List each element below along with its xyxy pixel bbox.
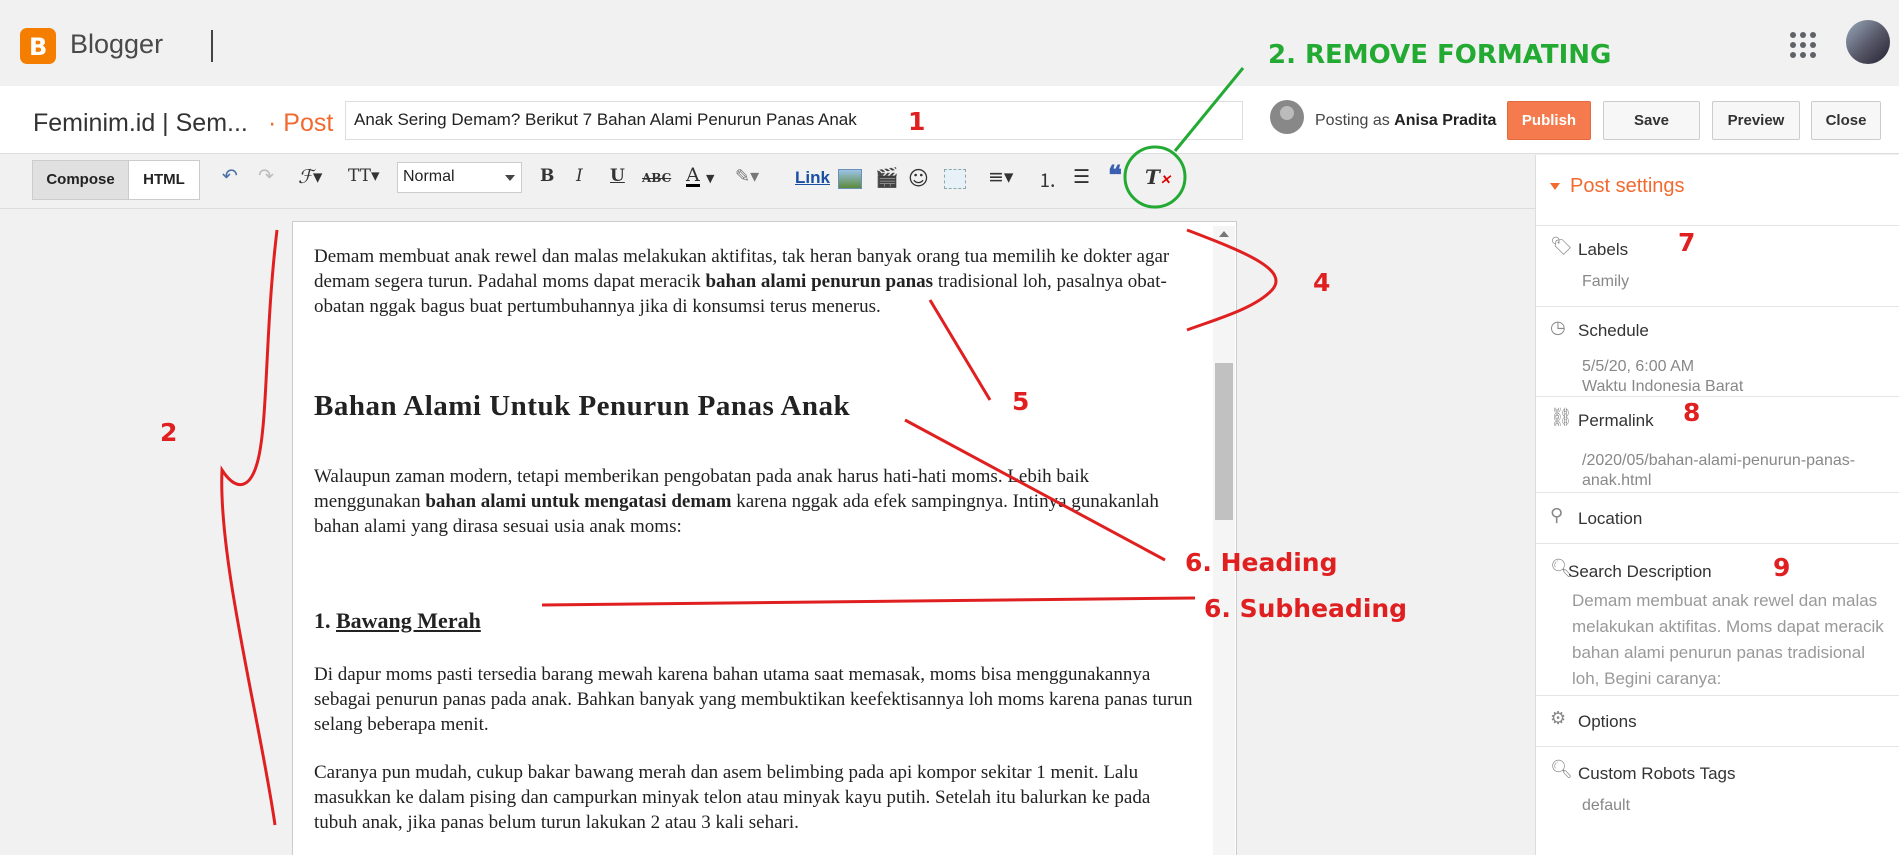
author-avatar — [1270, 100, 1304, 134]
blog-name[interactable]: Feminim.id | Sem... — [33, 109, 248, 138]
remove-formatting-icon[interactable]: T✕ — [1145, 165, 1171, 189]
permalink-section[interactable]: ⛓ Permalink /2020/05/bahan-alami-penurun… — [1536, 396, 1899, 492]
annotation-5: 5 — [1012, 387, 1030, 416]
insert-video-icon[interactable]: 🎬 — [875, 166, 899, 189]
post-title-input[interactable]: Anak Sering Demam? Berikut 7 Bahan Alami… — [345, 101, 1243, 140]
intro-paragraph: Demam membuat anak rewel dan malas melak… — [314, 244, 1194, 319]
schedule-date: 5/5/20, 6:00 AM — [1582, 358, 1695, 375]
editor-scrollbar[interactable] — [1213, 226, 1235, 855]
post-title-row: Feminim.id | Sem... · Post Anak Sering D… — [0, 86, 1899, 154]
third-paragraph: Di dapur moms pasti tersedia barang mewa… — [314, 664, 1193, 735]
heading: Bahan Alami Untuk Penurun Panas Anak — [314, 390, 851, 422]
undo-icon[interactable]: ↶ — [222, 165, 238, 187]
insert-image-icon[interactable] — [838, 169, 862, 189]
bold-icon[interactable]: B — [540, 166, 554, 186]
editor-toolbar: Compose HTML ↶ ↷ ℱ▾ TT▾ Normal B I U ABC… — [0, 155, 1535, 209]
numbered-list-icon[interactable]: ⒈ — [1038, 166, 1057, 193]
scroll-thumb[interactable] — [1215, 363, 1233, 520]
redo-icon[interactable]: ↷ — [258, 165, 274, 187]
font-size-icon[interactable]: TT▾ — [348, 166, 380, 186]
posting-as-prefix: Posting as — [1315, 112, 1390, 129]
second-bold: bahan alami untuk mengatasi demam — [425, 491, 732, 512]
top-bar: B Blogger — [0, 0, 1899, 86]
fourth-paragraph: Caranya pun mudah, cukup bakar bawang me… — [314, 762, 1151, 833]
labels-title: Labels — [1578, 240, 1629, 259]
schedule-title: Schedule — [1578, 321, 1649, 340]
mode-switch: Compose HTML — [32, 160, 200, 200]
font-family-icon[interactable]: ℱ▾ — [298, 166, 322, 188]
schedule-section[interactable]: ◷ Schedule 5/5/20, 6:00 AM Waktu Indones… — [1536, 306, 1899, 396]
subheading: 1. Bawang Merah — [314, 608, 481, 633]
intro-bold: bahan alami penurun panas — [705, 271, 934, 292]
text-color-dropdown-icon[interactable]: ▼ — [706, 172, 714, 185]
posting-as: Posting as Anisa Pradita — [1315, 112, 1496, 130]
underline-icon[interactable]: U — [610, 166, 625, 186]
schedule-timezone: Waktu Indonesia Barat — [1582, 378, 1744, 395]
format-select[interactable]: Normal — [397, 162, 522, 193]
app-name[interactable]: Blogger — [70, 29, 163, 60]
subheading-text: Bawang Merah — [336, 608, 481, 633]
link-button[interactable]: Link — [795, 168, 830, 188]
annotation-remove-formatting: 2. REMOVE FORMATING — [1268, 40, 1612, 70]
divider — [211, 30, 213, 62]
account-avatar[interactable] — [1846, 20, 1890, 64]
bulleted-list-icon[interactable]: ☰ — [1073, 166, 1090, 188]
link-icon: ⛓ — [1550, 407, 1573, 428]
strikethrough-icon[interactable]: ABC — [642, 171, 671, 185]
insert-jump-break-icon[interactable] — [944, 169, 966, 189]
labels-value: Family — [1582, 273, 1630, 290]
options-title: Options — [1578, 712, 1637, 731]
author-name: Anisa Pradita — [1394, 112, 1497, 129]
gear-icon: ⚙ — [1550, 708, 1567, 729]
search-icon: 🔍︎ — [1550, 759, 1573, 780]
permalink-title: Permalink — [1578, 411, 1654, 430]
publish-button[interactable]: Publish — [1507, 101, 1591, 140]
text-color-icon[interactable]: A — [686, 166, 700, 187]
blogger-logo-icon[interactable]: B — [20, 28, 56, 64]
robots-section[interactable]: 🔍︎ Custom Robots Tags default — [1536, 746, 1899, 855]
red-bracket-line — [220, 229, 279, 826]
location-pin-icon: ⚲ — [1550, 505, 1564, 526]
apps-grid-icon[interactable] — [1790, 32, 1816, 58]
options-section[interactable]: ⚙ Options — [1536, 695, 1899, 746]
robots-value: default — [1582, 797, 1631, 814]
html-mode-button[interactable]: HTML — [129, 161, 199, 199]
compose-mode-button[interactable]: Compose — [33, 161, 129, 199]
insert-emoji-icon[interactable]: ☺ — [908, 166, 929, 190]
annotation-4: 4 — [1313, 268, 1331, 297]
location-section[interactable]: ⚲ Location — [1536, 492, 1899, 543]
annotation-heading: 6. Heading — [1185, 548, 1338, 577]
label-tag-icon: 🏷 — [1550, 236, 1573, 257]
robots-title: Custom Robots Tags — [1578, 764, 1736, 783]
annotation-subheading: 6. Subheading — [1204, 594, 1408, 623]
location-title: Location — [1578, 509, 1643, 528]
scroll-up-icon[interactable] — [1219, 231, 1229, 237]
italic-icon[interactable]: I — [576, 166, 583, 186]
annotation-7: 7 — [1678, 228, 1696, 257]
annotation-2: 2 — [160, 418, 178, 447]
clock-icon: ◷ — [1550, 317, 1566, 338]
preview-button[interactable]: Preview — [1712, 101, 1800, 140]
annotation-1: 1 — [908, 107, 926, 136]
subheading-number: 1. — [314, 608, 336, 633]
annotation-9: 9 — [1773, 553, 1791, 582]
post-editor[interactable]: Demam membuat anak rewel dan malas melak… — [292, 221, 1237, 855]
highlight-color-icon[interactable]: ✎▾ — [735, 166, 759, 187]
search-description-section[interactable]: 🔍︎ Search Description Demam membuat anak… — [1536, 543, 1899, 695]
labels-section[interactable]: 🏷 Labels Family — [1536, 225, 1899, 306]
search-description-title: Search Description — [1568, 562, 1712, 581]
post-settings-panel: Post settings 🏷 Labels Family ◷ Schedule… — [1535, 155, 1899, 855]
second-paragraph: Walaupun zaman modern, tetapi memberikan… — [314, 464, 1194, 539]
align-icon[interactable]: ≡▾ — [988, 166, 1013, 188]
post-type-label: · Post — [268, 109, 334, 137]
quote-icon[interactable]: ❝ — [1108, 161, 1122, 191]
permalink-value: /2020/05/bahan-alami-penurun-panas-anak.… — [1582, 452, 1856, 489]
save-button[interactable]: Save — [1603, 101, 1700, 140]
annotation-8: 8 — [1683, 398, 1701, 427]
close-button[interactable]: Close — [1811, 101, 1881, 140]
search-description-value[interactable]: Demam membuat anak rewel dan malas melak… — [1572, 588, 1892, 692]
post-settings-header[interactable]: Post settings — [1550, 175, 1685, 198]
